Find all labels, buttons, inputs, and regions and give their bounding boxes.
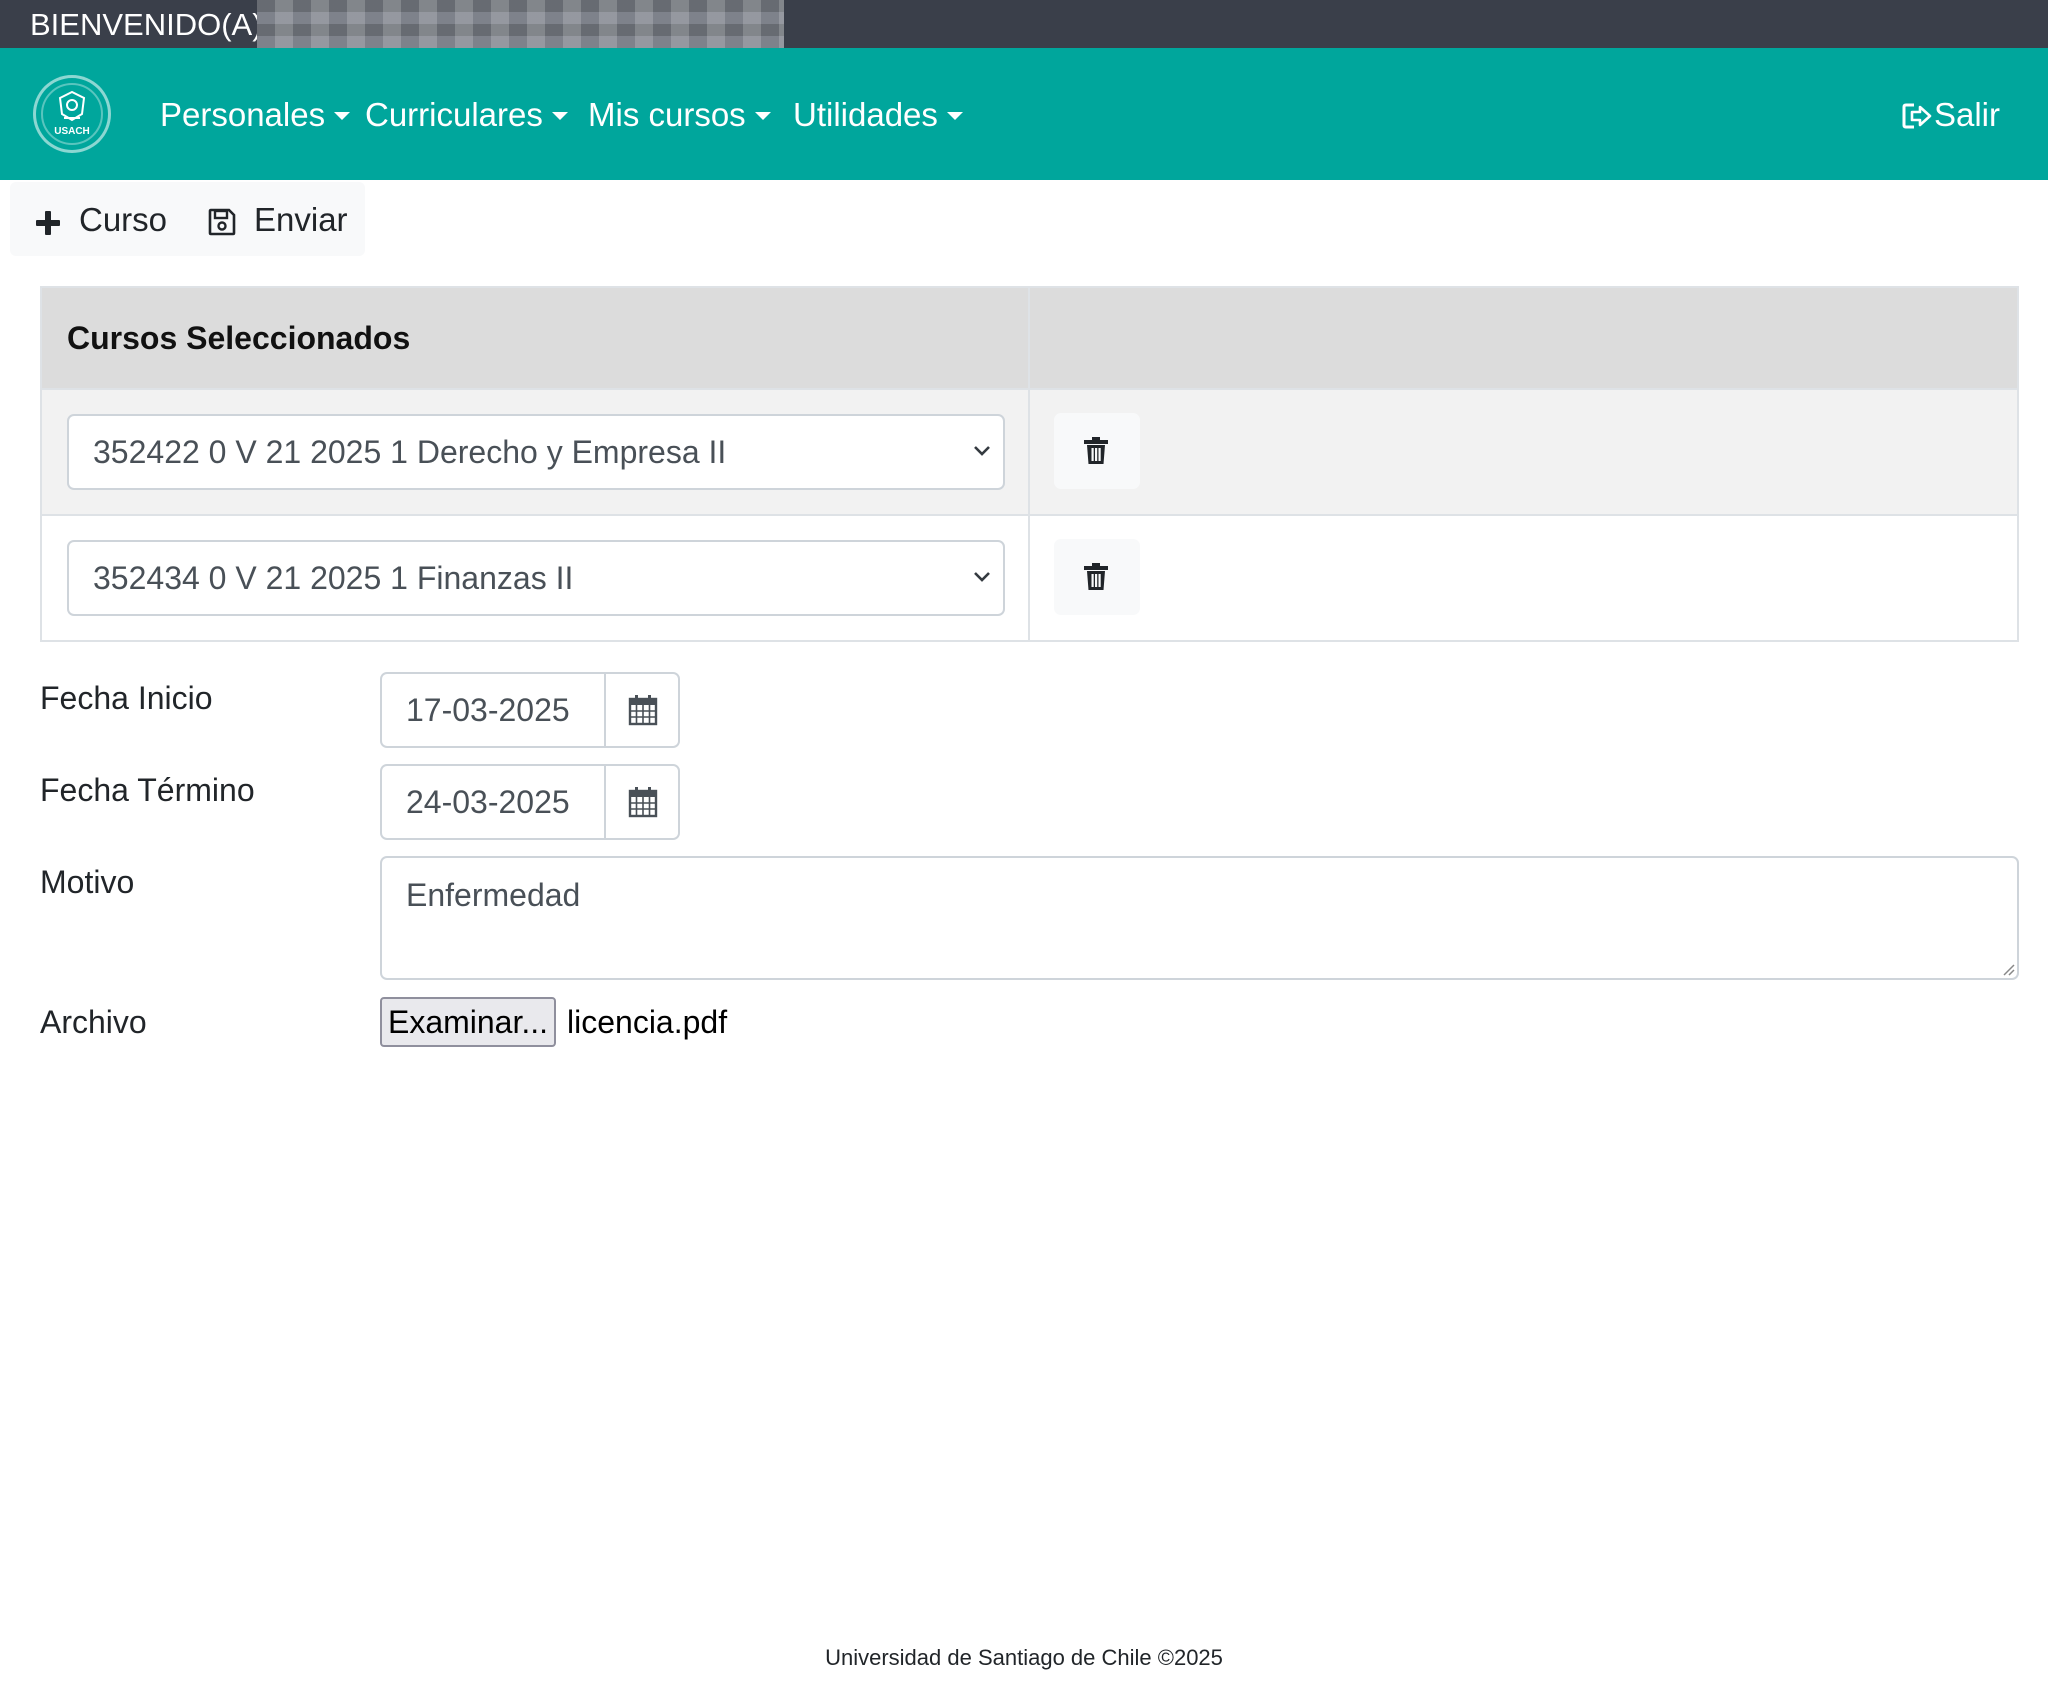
course-select-value: 352422 0 V 21 2025 1 Derecho y Empresa I… [93,434,727,470]
start-date-calendar-button[interactable] [604,674,678,746]
end-date-value: 24-03-2025 [406,784,570,820]
welcome-bar: BIENVENIDO(A) [0,0,2048,48]
trash-icon [1084,437,1108,464]
caret-down-icon [551,112,568,120]
start-date-field[interactable]: 17-03-2025 [380,672,680,748]
selected-file-name: licencia.pdf [567,1004,728,1040]
trash-icon [1084,563,1108,590]
usach-logo[interactable]: USACH [33,75,111,153]
menu-curriculares-label: Curriculares [365,96,543,133]
browse-file-button[interactable]: Examinar... [380,997,556,1047]
resize-handle-icon[interactable] [2001,962,2015,976]
table-header-row: Cursos Seleccionados [42,288,2017,388]
menu-utilidades-label: Utilidades [793,96,938,133]
plus-icon [36,211,60,235]
redacted-user-name [257,0,784,48]
file-label: Archivo [40,1004,147,1040]
logo-text: USACH [54,126,90,137]
menu-personales-label: Personales [160,96,326,133]
course-select[interactable]: 352422 0 V 21 2025 1 Derecho y Empresa I… [67,414,1005,490]
add-course-label: Curso [79,201,168,238]
main-navbar: USACH Personales Curriculares Mis cursos… [0,48,2048,180]
end-date-field[interactable]: 24-03-2025 [380,764,680,840]
menu-personales[interactable]: Personales [160,95,351,135]
caret-down-icon [334,112,351,120]
chevron-down-icon [974,446,990,456]
table-row: 352422 0 V 21 2025 1 Derecho y Empresa I… [42,388,2017,514]
course-select-value: 352434 0 V 21 2025 1 Finanzas II [93,560,574,596]
menu-utilidades[interactable]: Utilidades [793,95,963,135]
calendar-icon [628,695,658,726]
end-date-calendar-button[interactable] [604,766,678,838]
menu-mis-cursos[interactable]: Mis cursos [588,95,771,135]
reason-label: Motivo [40,864,135,900]
reason-value: Enfermedad [406,877,581,913]
courses-table: Cursos Seleccionados 352422 0 V 21 2025 … [40,286,2019,642]
save-icon [208,208,236,236]
course-select[interactable]: 352434 0 V 21 2025 1 Finanzas II [67,540,1005,616]
add-course-button[interactable]: Curso [35,200,167,240]
sign-out-icon [1902,103,1932,129]
courses-table-header: Cursos Seleccionados [67,320,411,356]
menu-mis-cursos-label: Mis cursos [588,96,746,133]
start-date-label: Fecha Inicio [40,680,213,716]
send-label: Enviar [254,201,348,238]
chevron-down-icon [974,572,990,582]
caret-down-icon [946,112,963,120]
send-button[interactable]: Enviar [208,200,348,240]
reason-textarea[interactable]: Enfermedad [380,856,2019,980]
calendar-icon [628,787,658,818]
logout-link[interactable]: Salir [1902,95,2000,135]
page-footer: Universidad de Santiago de Chile ©2025 [825,1645,1223,1670]
table-row: 352434 0 V 21 2025 1 Finanzas II [42,514,2017,640]
end-date-label: Fecha Término [40,772,255,808]
logout-label: Salir [1933,96,2000,133]
action-toolbar: Curso Enviar [10,182,365,256]
caret-down-icon [754,112,771,120]
delete-course-button[interactable] [1054,539,1140,615]
menu-curriculares[interactable]: Curriculares [365,95,568,135]
start-date-value: 17-03-2025 [406,692,570,728]
welcome-text: BIENVENIDO(A) [30,7,263,42]
delete-course-button[interactable] [1054,413,1140,489]
